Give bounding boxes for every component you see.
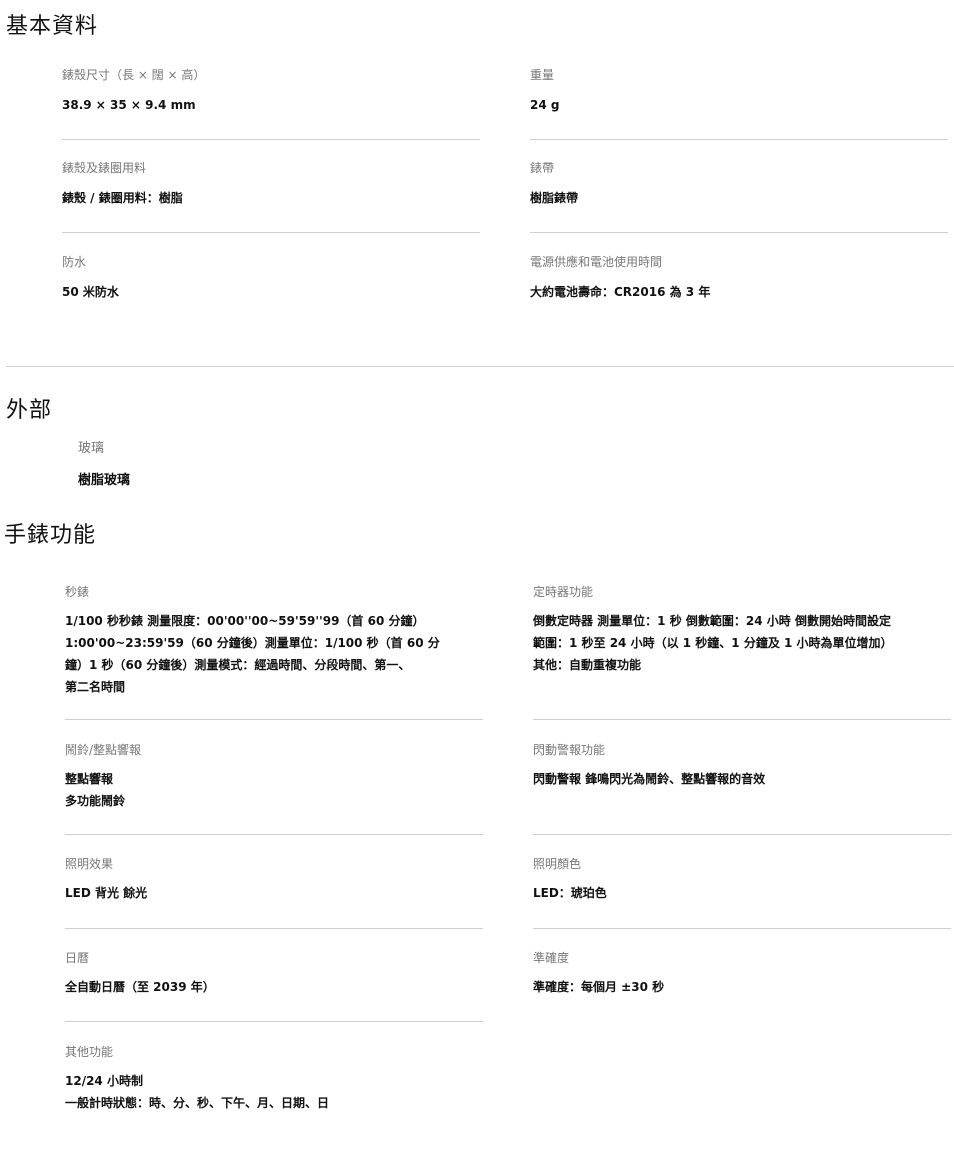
spec-calendar: 日曆 全自動日曆（至 2039 年） xyxy=(65,949,483,998)
section-title-basic: 基本資料 xyxy=(6,14,99,39)
spec-value: 1/100 秒秒錶 測量限度：00'00''00~59'59''99（首 60 … xyxy=(65,610,483,698)
spec-label: 其他功能 xyxy=(65,1045,114,1059)
spec-value: 大約電池壽命：CR2016 為 3 年 xyxy=(530,285,711,299)
spec-weight: 重量 24 g xyxy=(530,66,948,116)
spec-label: 錶殼尺寸（長 × 闊 × 高） xyxy=(62,68,206,82)
value-line: 準確度：每個月 ±30 秒 xyxy=(533,980,665,994)
spec-label: 日曆 xyxy=(65,951,90,965)
spec-label: 準確度 xyxy=(533,951,570,965)
spec-label: 玻璃 xyxy=(78,441,105,456)
value-line: 第二名時間 xyxy=(65,680,126,694)
spec-value: 準確度：每個月 ±30 秒 xyxy=(533,976,951,998)
spec-value: 閃動警報 鋒鳴閃光為鬧鈴、整點響報的音效 xyxy=(533,768,951,790)
divider xyxy=(65,834,483,835)
value-line: 12/24 小時制 xyxy=(65,1074,143,1088)
spec-value: 24 g xyxy=(530,98,560,112)
spec-alarm: 鬧鈴/整點響報 整點響報 多功能鬧鈴 xyxy=(65,741,483,812)
spec-value: 樹脂玻璃 xyxy=(78,473,131,488)
value-line: 1:00'00~23:59'59（60 分鐘後）測量單位：1/100 秒（首 6… xyxy=(65,636,440,650)
value-line: 全自動日曆（至 2039 年） xyxy=(65,980,215,994)
spec-case-size: 錶殼尺寸（長 × 闊 × 高） 38.9 × 35 × 9.4 mm xyxy=(62,66,480,116)
spec-label: 錶殼及錶圈用料 xyxy=(62,161,147,175)
spec-label: 重量 xyxy=(530,68,555,82)
spec-light-color: 照明顏色 LED：琥珀色 xyxy=(533,855,951,904)
spec-value: 錶殼 / 錶圈用料：樹脂 xyxy=(62,191,183,205)
spec-label: 照明顏色 xyxy=(533,857,582,871)
value-line: 一般計時狀態：時、分、秒、下午、月、日期、日 xyxy=(65,1096,330,1110)
value-line: 多功能鬧鈴 xyxy=(65,794,126,808)
value-line: 其他：自動重複功能 xyxy=(533,658,642,672)
section-title-exterior: 外部 xyxy=(6,398,53,423)
divider xyxy=(533,834,951,835)
spec-label: 鬧鈴/整點響報 xyxy=(65,743,142,757)
spec-timer: 定時器功能 倒數定時器 測量單位：1 秒 倒數範圍：24 小時 倒數開始時間設定… xyxy=(533,583,951,676)
spec-value: 12/24 小時制 一般計時狀態：時、分、秒、下午、月、日期、日 xyxy=(65,1070,483,1114)
spec-accuracy: 準確度 準確度：每個月 ±30 秒 xyxy=(533,949,951,998)
value-line: 鐘）1 秒（60 分鐘後）測量模式：經過時間、分段時間、第一、 xyxy=(65,658,411,672)
spec-value: 38.9 × 35 × 9.4 mm xyxy=(62,98,196,112)
spec-value: 整點響報 多功能鬧鈴 xyxy=(65,768,483,812)
value-line: LED：琥珀色 xyxy=(533,886,607,900)
section-title-functions: 手錶功能 xyxy=(4,523,97,548)
spec-value: 全自動日曆（至 2039 年） xyxy=(65,976,483,998)
spec-label: 定時器功能 xyxy=(533,585,594,599)
value-line: 範圍：1 秒至 24 小時（以 1 秒鐘、1 分鐘及 1 小時為單位增加） xyxy=(533,636,893,650)
divider xyxy=(533,928,951,929)
value-line: LED 背光 餘光 xyxy=(65,886,148,900)
divider xyxy=(65,1021,483,1022)
divider xyxy=(65,928,483,929)
section-divider xyxy=(6,366,954,367)
divider xyxy=(533,719,951,720)
spec-water-resistance: 防水 50 米防水 xyxy=(62,253,480,303)
spec-illumination: 照明效果 LED 背光 餘光 xyxy=(65,855,483,904)
divider xyxy=(62,139,480,140)
spec-label: 電源供應和電池使用時間 xyxy=(530,255,663,269)
value-line: 1/100 秒秒錶 測量限度：00'00''00~59'59''99（首 60 … xyxy=(65,614,425,628)
spec-other-functions: 其他功能 12/24 小時制 一般計時狀態：時、分、秒、下午、月、日期、日 xyxy=(65,1043,483,1114)
spec-label: 照明效果 xyxy=(65,857,114,871)
spec-label: 閃動警報功能 xyxy=(533,743,606,757)
spec-power: 電源供應和電池使用時間 大約電池壽命：CR2016 為 3 年 xyxy=(530,253,948,303)
spec-case-material: 錶殼及錶圈用料 錶殼 / 錶圈用料：樹脂 xyxy=(62,159,480,209)
spec-label: 秒錶 xyxy=(65,585,90,599)
spec-value: LED 背光 餘光 xyxy=(65,882,483,904)
spec-value: 倒數定時器 測量單位：1 秒 倒數範圍：24 小時 倒數開始時間設定 範圍：1 … xyxy=(533,610,951,676)
divider xyxy=(530,139,948,140)
spec-glass: 玻璃 樹脂玻璃 xyxy=(78,437,478,492)
spec-band: 錶帶 樹脂錶帶 xyxy=(530,159,948,209)
spec-label: 錶帶 xyxy=(530,161,555,175)
divider xyxy=(65,719,483,720)
spec-value: LED：琥珀色 xyxy=(533,882,951,904)
spec-label: 防水 xyxy=(62,255,87,269)
spec-flash-alert: 閃動警報功能 閃動警報 鋒鳴閃光為鬧鈴、整點響報的音效 xyxy=(533,741,951,790)
spec-value: 50 米防水 xyxy=(62,285,119,299)
divider xyxy=(530,232,948,233)
value-line: 閃動警報 鋒鳴閃光為鬧鈴、整點響報的音效 xyxy=(533,772,766,786)
spec-stopwatch: 秒錶 1/100 秒秒錶 測量限度：00'00''00~59'59''99（首 … xyxy=(65,583,483,698)
value-line: 整點響報 xyxy=(65,772,114,786)
value-line: 倒數定時器 測量單位：1 秒 倒數範圍：24 小時 倒數開始時間設定 xyxy=(533,614,891,628)
spec-value: 樹脂錶帶 xyxy=(530,191,579,205)
divider xyxy=(62,232,480,233)
